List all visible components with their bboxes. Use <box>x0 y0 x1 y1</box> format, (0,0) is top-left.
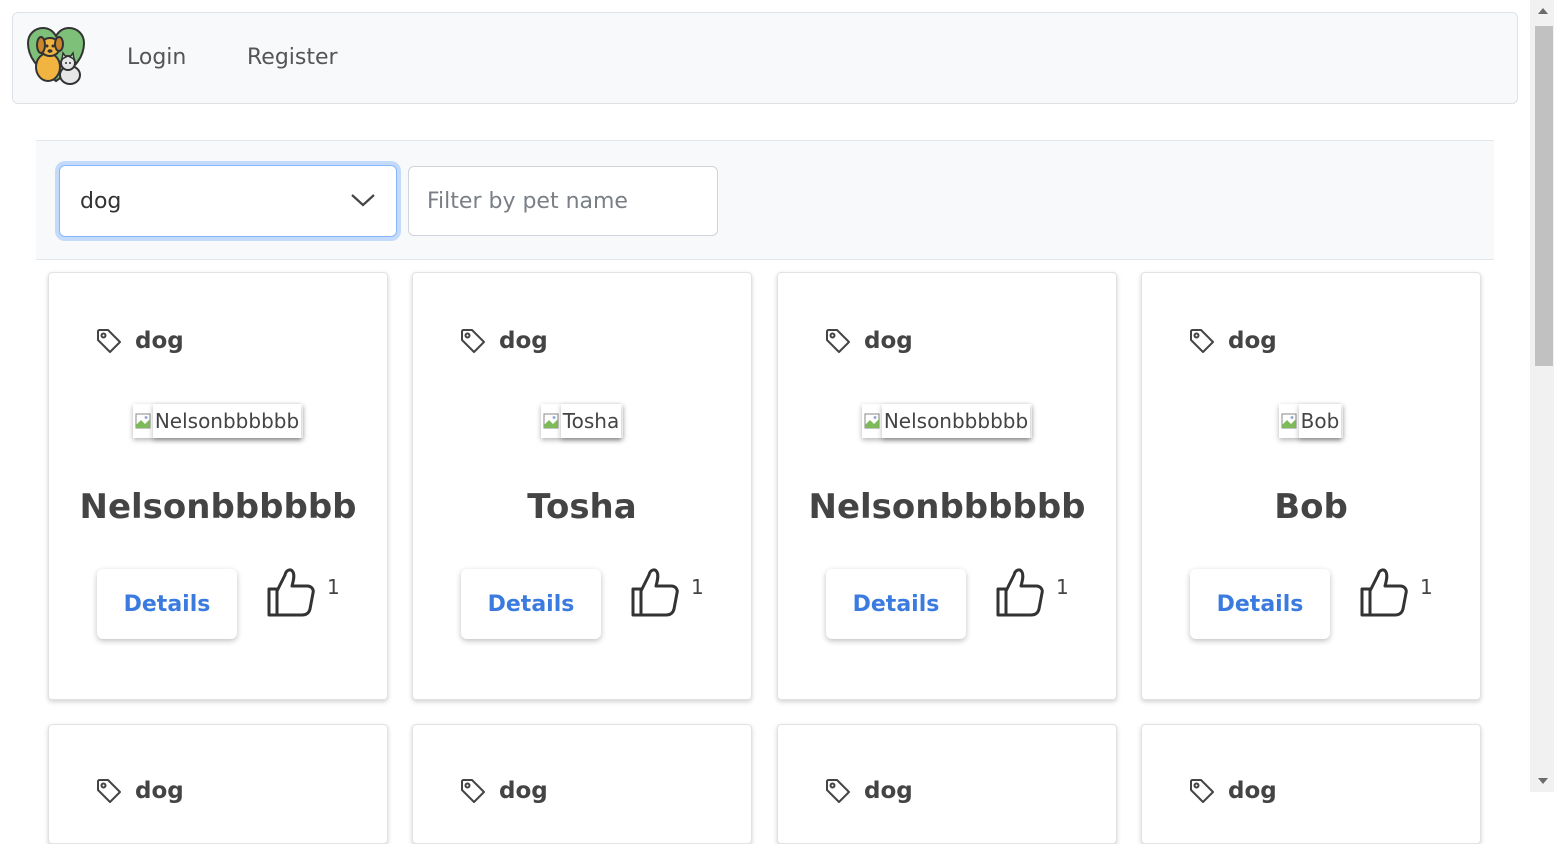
details-button[interactable]: Details <box>1190 569 1330 639</box>
pet-image: Nelsonbbbbbb <box>778 404 1116 438</box>
pet-card: dog Nelsonbbbbbb Nelsonbbbbbb Details 1 <box>48 272 388 700</box>
pet-type-label: dog <box>864 328 913 354</box>
pet-type-select[interactable]: dog <box>59 165 397 237</box>
pet-name: Tosha <box>527 487 637 527</box>
pet-name: Nelsonbbbbbb <box>808 487 1086 527</box>
pet-image: Nelsonbbbbbb <box>49 404 387 438</box>
filter-bar: dog <box>36 140 1494 260</box>
tag-icon <box>461 779 485 803</box>
pet-type-label: dog <box>135 778 184 804</box>
pet-type-tag: dog <box>459 327 548 355</box>
broken-image-icon <box>543 413 559 429</box>
scroll-down-arrow-icon[interactable] <box>1538 778 1548 784</box>
pet-image-alt-text: Tosha <box>560 404 622 438</box>
scrollbar-thumb[interactable] <box>1535 26 1553 366</box>
pet-image: Bob <box>1142 404 1480 438</box>
pet-type-tag: dog <box>95 777 184 805</box>
tag-icon <box>1190 329 1214 353</box>
pet-name: Nelsonbbbbbb <box>79 487 357 527</box>
pet-type-tag: dog <box>459 777 548 805</box>
tag-icon <box>461 329 485 353</box>
tag-icon <box>1190 779 1214 803</box>
like-count: 1 <box>1420 575 1433 599</box>
pet-name-filter-input[interactable] <box>408 166 718 236</box>
navbar: Login Register <box>12 12 1518 104</box>
details-button[interactable]: Details <box>97 569 237 639</box>
pet-card: dog <box>1141 724 1481 844</box>
broken-image-icon <box>1281 413 1297 429</box>
tag-icon <box>97 779 121 803</box>
pet-card: dog <box>777 724 1117 844</box>
pet-image-alt-text: Nelsonbbbbbb <box>881 404 1031 438</box>
pet-image-alt-text: Nelsonbbbbbb <box>152 404 302 438</box>
pet-type-select-value: dog <box>80 189 122 214</box>
pet-card: dog <box>48 724 388 844</box>
broken-image-icon <box>135 413 151 429</box>
dog-and-cat-heart-logo-icon[interactable] <box>24 23 88 87</box>
chevron-down-icon <box>351 194 375 207</box>
pet-type-label: dog <box>864 778 913 804</box>
details-button[interactable]: Details <box>826 569 966 639</box>
pet-type-label: dog <box>135 328 184 354</box>
pet-type-tag: dog <box>95 327 184 355</box>
tag-icon <box>826 329 850 353</box>
pet-type-label: dog <box>499 328 548 354</box>
pet-type-label: dog <box>1228 778 1277 804</box>
pet-name: Bob <box>1274 487 1348 527</box>
page-scrollbar[interactable] <box>1530 0 1554 792</box>
thumbs-up-icon[interactable] <box>1356 565 1410 619</box>
pet-image: Tosha <box>413 404 751 438</box>
details-button[interactable]: Details <box>461 569 601 639</box>
pet-type-label: dog <box>1228 328 1277 354</box>
pet-card: dog <box>412 724 752 844</box>
thumbs-up-icon[interactable] <box>263 565 317 619</box>
broken-image-icon <box>864 413 880 429</box>
tag-icon <box>97 329 121 353</box>
thumbs-up-icon[interactable] <box>627 565 681 619</box>
pet-type-tag: dog <box>824 327 913 355</box>
pet-type-tag: dog <box>1188 327 1277 355</box>
pet-type-tag: dog <box>824 777 913 805</box>
pet-type-label: dog <box>499 778 548 804</box>
like-count: 1 <box>1056 575 1069 599</box>
pet-card: dog Nelsonbbbbbb Nelsonbbbbbb Details 1 <box>777 272 1117 700</box>
tag-icon <box>826 779 850 803</box>
scroll-up-arrow-icon[interactable] <box>1538 8 1548 14</box>
pet-card: dog Bob Bob Details 1 <box>1141 272 1481 700</box>
nav-register-link[interactable]: Register <box>247 45 338 70</box>
pet-image-alt-text: Bob <box>1298 404 1342 438</box>
thumbs-up-icon[interactable] <box>992 565 1046 619</box>
like-count: 1 <box>327 575 340 599</box>
nav-login-link[interactable]: Login <box>127 45 186 70</box>
like-count: 1 <box>691 575 704 599</box>
pet-card: dog Tosha Tosha Details 1 <box>412 272 752 700</box>
pet-type-tag: dog <box>1188 777 1277 805</box>
